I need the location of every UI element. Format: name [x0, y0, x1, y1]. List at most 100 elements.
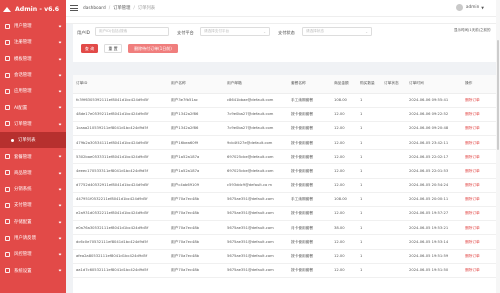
page-scrollbar[interactable]: [496, 0, 500, 293]
table-row: dc6c0e70532111ef8041d1bc424d9d5f 用户70a7ec…: [73, 234, 496, 250]
sidebar-item-user[interactable]: 用户管理: [0, 18, 66, 34]
sidebar-item-distribution[interactable]: 分销系统: [0, 181, 66, 197]
breadcrumb-separator: /: [133, 5, 135, 11]
table-cell: 用户16bea60f9: [168, 135, 224, 151]
table-cell: fc39f6305392111ef8041d1bc424d9d5f: [73, 93, 168, 108]
sidebar-item-register[interactable]: 注册管理: [0, 34, 66, 50]
table-cell: 用户1a52a187a: [168, 163, 224, 179]
sidebar-item-feedback[interactable]: 用户请反馈: [0, 230, 66, 246]
date-hint: 显示时间(1天前)之前的: [454, 28, 491, 32]
delete-order-link[interactable]: 删除订单: [462, 149, 496, 165]
delete-order-link[interactable]: 删除订单: [462, 93, 496, 108]
table-cell: 按卡使用套餐: [288, 149, 331, 165]
table-body: fc39f6305392111ef8041d1bc424d9d5f 用户3e7fb…: [73, 93, 496, 278]
breadcrumb-dashboard[interactable]: dashboard: [83, 6, 106, 11]
delete-order-link[interactable]: 删除订单: [462, 206, 496, 222]
delete-order-link[interactable]: 删除订单: [462, 163, 496, 179]
sidebar-item-goods[interactable]: 商品管理: [0, 165, 66, 181]
sidebar-item-label: 用户请反馈: [14, 236, 36, 241]
delete-order-link[interactable]: 删除订单: [462, 234, 496, 250]
search-button[interactable]: 查 询: [81, 44, 98, 53]
settings-icon: [5, 268, 10, 274]
sidebar-item-template[interactable]: 模板管理: [0, 51, 66, 67]
table-cell: 1: [357, 249, 381, 264]
sidebar-item-storage[interactable]: 存储配置: [0, 214, 66, 230]
table-cell: 12.00: [331, 163, 357, 179]
delete-order-link[interactable]: 删除订单: [462, 178, 496, 193]
table-cell: 2024-06-06 09:22:52: [406, 107, 462, 122]
table-cell: 12.00: [331, 206, 357, 222]
sidebar-item-settings[interactable]: 系统设置: [0, 262, 66, 278]
column-header: 用户邮箱: [224, 75, 288, 94]
app-title: Admin - v6.6: [15, 5, 60, 13]
delete-order-link[interactable]: 删除订单: [462, 220, 496, 236]
table-cell: 5675ae351@default.com: [224, 234, 288, 250]
table-row: e0a76a30532111ef8041d1bc424d9d5f 用户70a7ec…: [73, 220, 496, 236]
table-cell: 用户1342a2f86: [168, 107, 224, 122]
table-cell: 月卡使用套餐: [288, 220, 331, 236]
sidebar-item-package[interactable]: 套餐管理: [0, 148, 66, 164]
table-cell: afea2a80532111ef8041d1bc424d9d5f: [73, 249, 168, 264]
ai-icon: [5, 105, 10, 111]
delete-order-link[interactable]: 删除订单: [462, 249, 496, 264]
table-row: 1caaa210539211ef8041d1bc424d9d5f 用户1342a2…: [73, 121, 496, 137]
table-cell: 1: [357, 263, 381, 278]
table-cell: 1: [357, 107, 381, 122]
table-cell: 1: [357, 220, 381, 236]
platform-placeholder: 请选择支付平台: [204, 29, 230, 33]
table-cell: 697025cbe@default.com: [224, 163, 288, 179]
delete-order-link[interactable]: 删除订单: [462, 135, 496, 151]
table-cell: 108.00: [331, 93, 357, 108]
sidebar-item-app[interactable]: 应用管理: [0, 83, 66, 99]
delete-order-link[interactable]: 删除订单: [462, 121, 496, 137]
table-cell: [381, 234, 406, 250]
delete-order-link[interactable]: 删除订单: [462, 263, 496, 278]
delete-unpaid-orders-button[interactable]: 删除待付订单(1日前): [128, 44, 178, 53]
sidebar-item-pay[interactable]: 支付管理: [0, 197, 66, 213]
table-cell: d7752d40532911ef8041d1bc424d9d5f: [73, 178, 168, 193]
sidebar-item-ai[interactable]: AI配置: [0, 99, 66, 115]
table-cell: 用户70a7ec48b: [168, 192, 224, 208]
platform-select[interactable]: 请选择支付平台 ⌄: [200, 27, 270, 36]
user-id-input[interactable]: 用户ID(包括)搜索: [95, 27, 169, 36]
sidebar-item-label: 系统设置: [14, 268, 32, 274]
table-cell: 1: [357, 135, 381, 151]
table-cell: 1: [357, 93, 381, 108]
scrollbar-thumb[interactable]: [496, 40, 500, 150]
user-id-label: 用户ID: [77, 30, 90, 35]
delete-order-link[interactable]: 删除订单: [462, 192, 496, 208]
table-cell: [381, 163, 406, 179]
table-cell: [381, 121, 406, 137]
table-cell: 2024-06-06 09:55:41: [406, 93, 462, 108]
sidebar-item-order[interactable]: 订单管理: [0, 116, 66, 132]
user-id-placeholder: 用户ID(包括)搜索: [99, 29, 128, 33]
table-cell: 按卡使用套餐: [288, 263, 331, 278]
reset-button[interactable]: 重 置: [104, 44, 122, 53]
sidebar-item-chat[interactable]: 会话管理: [0, 67, 66, 83]
menu-toggle-icon[interactable]: [70, 5, 78, 11]
table-cell: 按卡使用套餐: [288, 206, 331, 222]
risk-icon: [5, 251, 10, 257]
table-cell: 按卡使用套餐: [288, 249, 331, 264]
user-menu[interactable]: admin ▼: [455, 4, 484, 11]
register-icon: [5, 39, 10, 45]
feedback-icon: [5, 235, 10, 241]
table-row: fc39f6305392111ef8041d1bc424d9d5f 用户3e7fb…: [73, 93, 496, 108]
table-cell: 479b2a30534111ef8041d1bc424d9d5f: [73, 135, 168, 151]
table-cell: 2024-06-05 22:02:17: [406, 149, 462, 165]
breadcrumb-order-manage[interactable]: 订单管理: [113, 5, 130, 11]
app-logo[interactable]: Admin - v6.6: [0, 0, 66, 18]
table-cell: 4eeec170533311ef8041d1bc424d9d5f: [73, 163, 168, 179]
chevron-down-icon: ▼: [481, 5, 484, 10]
table-cell: 2024-06-06 09:20:48: [406, 121, 462, 137]
status-select[interactable]: 请选择状态 ⌄: [302, 27, 372, 36]
chevron-down-icon: [58, 122, 62, 126]
template-icon: [5, 56, 10, 62]
sidebar-item-label: 注册管理: [14, 40, 32, 46]
table-cell: 2024-06-05 23:42:11: [406, 135, 462, 151]
table-cell: 48de17e0539211ef8041d1bc424d9d5f: [73, 107, 168, 122]
sidebar-subitem-order-list[interactable]: 订单列表: [0, 132, 66, 149]
delete-order-link[interactable]: 删除订单: [462, 107, 496, 122]
sidebar-item-risk[interactable]: 风控管理: [0, 246, 66, 262]
table-row: afea2a80532111ef8041d1bc424d9d5f 用户70a7ec…: [73, 249, 496, 264]
